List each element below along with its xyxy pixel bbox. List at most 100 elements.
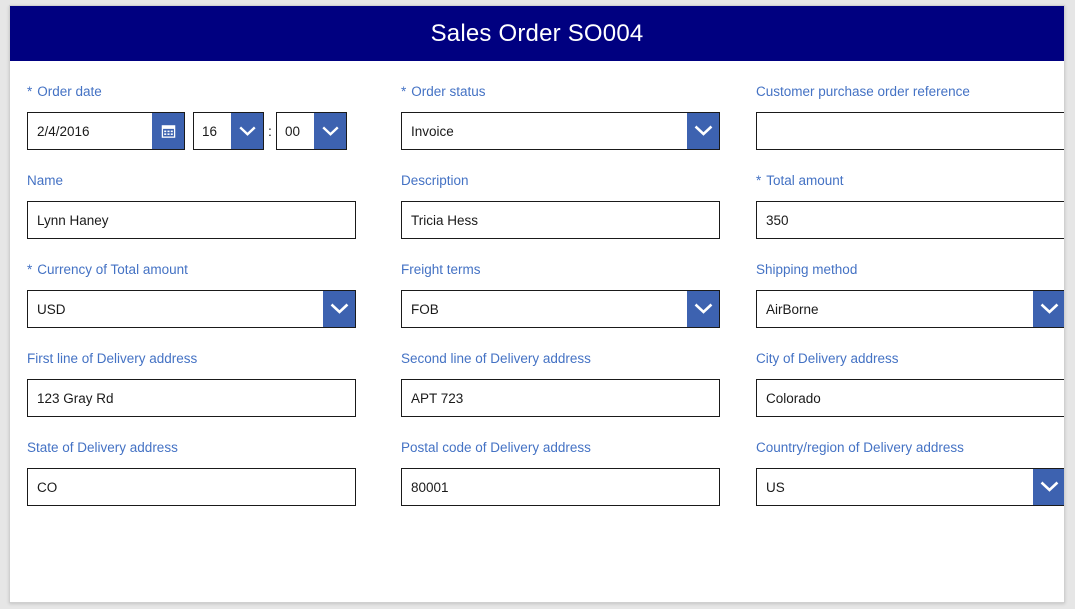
chevron-down-icon (238, 126, 256, 137)
page-title: Sales Order SO004 (430, 19, 644, 47)
total-amount-input[interactable]: 350 (757, 202, 1064, 238)
label-shipping-method: Shipping method (756, 262, 858, 277)
name-input[interactable]: Lynn Haney (28, 202, 355, 238)
order-hour-input[interactable]: 16 (194, 113, 231, 149)
first-line-of-delivery-address-input[interactable]: 123 Gray Rd (28, 380, 355, 416)
city-of-delivery-address-wrapper[interactable]: Colorado (756, 379, 1064, 417)
order-status-dropdown-button[interactable] (687, 113, 719, 149)
field-country-region-of-delivery-address: Country/region of Delivery address US (756, 440, 1064, 506)
shipping-method-dropdown-button[interactable] (1033, 291, 1064, 327)
label-total-amount: * Total amount (756, 173, 1064, 189)
label-state-of-delivery-address: State of Delivery address (27, 440, 178, 455)
field-second-line-of-delivery-address: Second line of Delivery address APT 723 (401, 351, 720, 417)
freight-terms-dropdown-button[interactable] (687, 291, 719, 327)
label-freight-terms: Freight terms (401, 262, 481, 277)
state-of-delivery-address-wrapper[interactable]: CO (27, 468, 356, 506)
field-first-line-of-delivery-address: First line of Delivery address 123 Gray … (27, 351, 356, 417)
field-shipping-method: Shipping method AirBorne (756, 262, 1064, 328)
card-header: Sales Order SO004 (10, 6, 1064, 61)
field-order-date: * Order date 2/4/2016 16: 00 (27, 84, 356, 150)
postal-code-of-delivery-address-input[interactable]: 80001 (402, 469, 719, 505)
label-customer-purchase-order-reference: Customer purchase order reference (756, 84, 970, 99)
label-text: Currency of Total amount (37, 262, 188, 277)
chevron-down-icon (694, 125, 713, 137)
order-minute-input[interactable]: 00 (277, 113, 314, 149)
label-second-line-of-delivery-address: Second line of Delivery address (401, 351, 591, 366)
order-status-select[interactable]: Invoice (401, 112, 720, 150)
chevron-down-icon (1040, 481, 1059, 493)
total-amount-wrapper[interactable]: 350 (756, 201, 1064, 239)
order-date-input[interactable]: 2/4/2016 (28, 113, 152, 149)
shipping-method-value: AirBorne (766, 301, 819, 317)
postal-code-of-delivery-address-wrapper[interactable]: 80001 (401, 468, 720, 506)
label-text: Total amount (766, 173, 844, 188)
label-city-of-delivery-address: City of Delivery address (756, 351, 899, 366)
label-currency-of-total-amount: * Currency of Total amount (27, 262, 356, 278)
field-freight-terms: Freight terms FOB (401, 262, 720, 328)
order-hour-dropdown-button[interactable] (231, 113, 263, 149)
time-separator: : (268, 123, 272, 139)
required-indicator-icon: * (401, 84, 407, 99)
sales-order-card: Sales Order SO004 * Order date 2/4/2016 (9, 5, 1065, 603)
field-state-of-delivery-address: State of Delivery address CO (27, 440, 356, 506)
page-background: Sales Order SO004 * Order date 2/4/2016 (0, 0, 1075, 609)
chevron-down-icon (330, 303, 349, 315)
chevron-down-icon (321, 126, 339, 137)
freight-terms-value: FOB (411, 301, 439, 317)
field-name: Name Lynn Haney (27, 173, 356, 239)
name-wrapper[interactable]: Lynn Haney (27, 201, 356, 239)
currency-of-total-amount-value: USD (37, 301, 66, 317)
label-order-status: * Order status (401, 84, 720, 100)
country-region-of-delivery-address-select[interactable]: US (756, 468, 1064, 506)
sales-order-form: * Order date 2/4/2016 16: 00 * Order st… (10, 84, 1064, 506)
city-of-delivery-address-input[interactable]: Colorado (757, 380, 1064, 416)
order-date-group: 2/4/2016 16: 00 (27, 112, 356, 150)
chevron-down-icon (1040, 303, 1059, 315)
form-row-3: * Currency of Total amount USD Freight te… (10, 262, 1064, 328)
label-country-region-of-delivery-address: Country/region of Delivery address (756, 440, 964, 455)
order-hour-wrapper[interactable]: 16 (193, 112, 264, 150)
currency-of-total-amount-select[interactable]: USD (27, 290, 356, 328)
second-line-of-delivery-address-input[interactable]: APT 723 (402, 380, 719, 416)
description-wrapper[interactable]: Tricia Hess (401, 201, 720, 239)
second-line-of-delivery-address-wrapper[interactable]: APT 723 (401, 379, 720, 417)
order-date-input-wrapper[interactable]: 2/4/2016 (27, 112, 185, 150)
currency-dropdown-button[interactable] (323, 291, 355, 327)
state-of-delivery-address-input[interactable]: CO (28, 469, 355, 505)
calendar-picker-button[interactable] (152, 113, 184, 149)
label-order-date: * Order date (27, 84, 356, 100)
field-description: Description Tricia Hess (401, 173, 720, 239)
shipping-method-select[interactable]: AirBorne (756, 290, 1064, 328)
field-city-of-delivery-address: City of Delivery address Colorado (756, 351, 1064, 417)
label-first-line-of-delivery-address: First line of Delivery address (27, 351, 198, 366)
form-row-5: State of Delivery address CO Postal code… (10, 440, 1064, 506)
label-name: Name (27, 173, 64, 188)
chevron-down-icon (694, 303, 713, 315)
label-text: Order date (37, 84, 102, 99)
form-row-1: * Order date 2/4/2016 16: 00 * Order st… (10, 84, 1064, 150)
country-region-dropdown-button[interactable] (1033, 469, 1064, 505)
required-indicator-icon: * (756, 173, 762, 188)
country-region-of-delivery-address-value: US (766, 479, 785, 495)
order-minute-dropdown-button[interactable] (314, 113, 346, 149)
field-order-status: * Order status Invoice (401, 84, 720, 150)
field-currency-of-total-amount: * Currency of Total amount USD (27, 262, 356, 328)
field-postal-code-of-delivery-address: Postal code of Delivery address 80001 (401, 440, 720, 506)
form-row-2: Name Lynn Haney Description Tricia Hess … (10, 173, 1064, 239)
description-input[interactable]: Tricia Hess (402, 202, 719, 238)
calendar-icon (161, 124, 176, 139)
order-minute-wrapper[interactable]: 00 (276, 112, 347, 150)
field-total-amount: * Total amount 350 (756, 173, 1064, 239)
form-row-4: First line of Delivery address 123 Gray … (10, 351, 1064, 417)
first-line-of-delivery-address-wrapper[interactable]: 123 Gray Rd (27, 379, 356, 417)
label-text: Order status (411, 84, 486, 99)
label-description: Description (401, 173, 469, 188)
order-status-value: Invoice (411, 123, 454, 139)
customer-purchase-order-reference-wrapper[interactable] (756, 112, 1064, 150)
label-postal-code-of-delivery-address: Postal code of Delivery address (401, 440, 591, 455)
customer-purchase-order-reference-input[interactable] (757, 113, 1064, 149)
field-customer-purchase-order-reference: Customer purchase order reference (756, 84, 1064, 150)
freight-terms-select[interactable]: FOB (401, 290, 720, 328)
required-indicator-icon: * (27, 262, 33, 277)
required-indicator-icon: * (27, 84, 33, 99)
